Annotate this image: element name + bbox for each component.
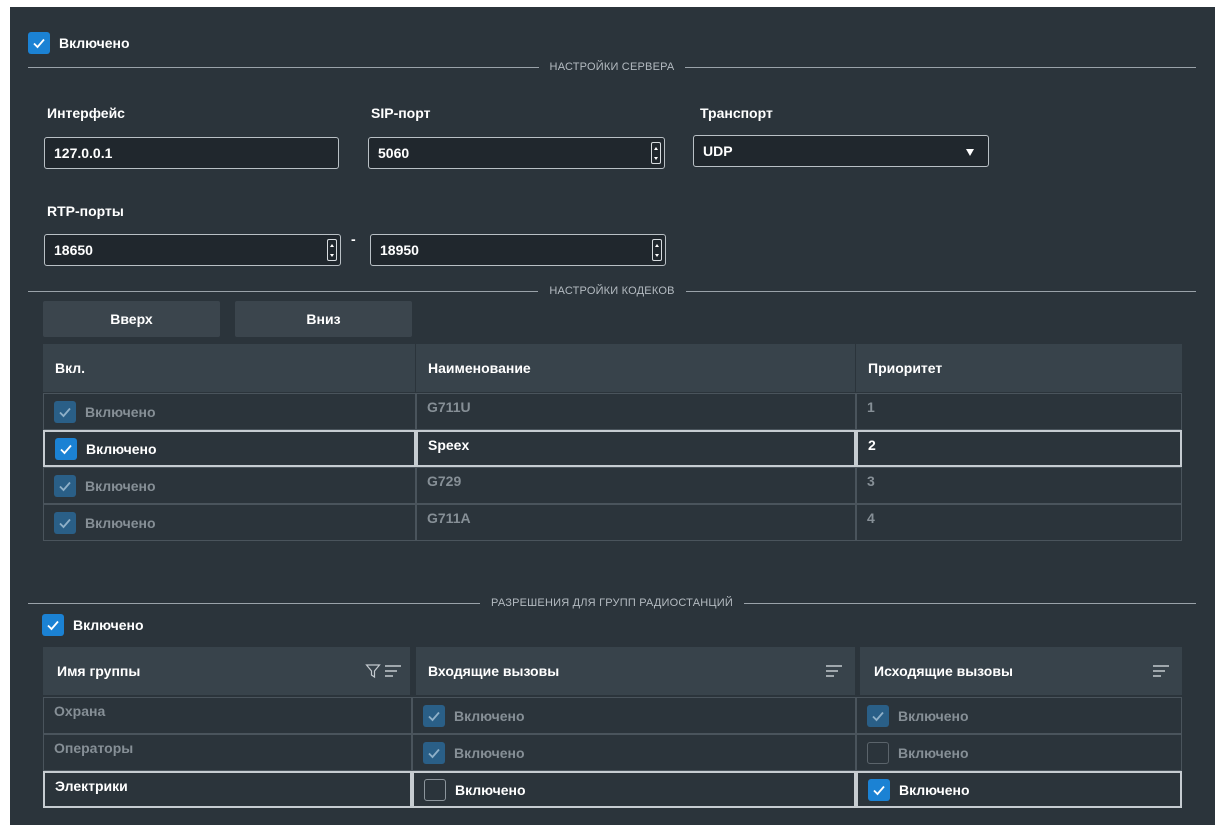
checkmark-icon xyxy=(28,32,50,54)
rtp-from-spinbox[interactable] xyxy=(44,234,341,266)
codec-enabled-checkbox[interactable]: Включено xyxy=(54,511,156,534)
transport-label: Транспорт xyxy=(700,105,773,121)
checkmark-icon xyxy=(54,474,76,497)
codec-priority-cell: 1 xyxy=(856,393,1182,430)
radio-groups-divider: РАЗРЕШЕНИЯ ДЛЯ ГРУПП РАДИОСТАНЦИЙ xyxy=(28,596,1196,610)
sip-port-label: SIP-порт xyxy=(371,105,431,121)
rtp-ports-label: RTP-порты xyxy=(47,203,124,219)
checkmark-icon xyxy=(423,741,445,764)
codec-priority-cell: 3 xyxy=(856,467,1182,504)
group-name-cell[interactable]: Охрана xyxy=(43,697,412,734)
server-enabled-label: Включено xyxy=(59,35,130,51)
radio-groups-title: РАЗРЕШЕНИЯ ДЛЯ ГРУПП РАДИОСТАНЦИЙ xyxy=(491,597,733,609)
checkmark-icon xyxy=(423,704,445,727)
checkmark-icon xyxy=(54,400,76,423)
sort-lines-icon[interactable] xyxy=(825,663,843,679)
spin-arrows-icon[interactable] xyxy=(327,239,337,261)
server-enabled-checkbox[interactable]: Включено xyxy=(28,32,130,54)
group-outgoing-cell[interactable]: Включено xyxy=(856,734,1182,771)
codec-enabled-checkbox[interactable]: Включено xyxy=(54,474,156,497)
codec-name-cell: G711U xyxy=(416,393,856,430)
codec-settings-divider: НАСТРОЙКИ КОДЕКОВ xyxy=(28,284,1197,298)
empty-checkbox-icon xyxy=(867,741,889,764)
group-incoming-cell-selected[interactable]: Включено xyxy=(412,771,856,808)
outgoing-checkbox[interactable]: Включено xyxy=(867,704,969,727)
group-col-incoming-header[interactable]: Входящие вызовы xyxy=(416,647,855,695)
sip-settings-panel: Включено НАСТРОЙКИ СЕРВЕРА Интерфейс SIP… xyxy=(10,7,1215,825)
checkmark-icon xyxy=(868,778,890,801)
transport-value: UDP xyxy=(703,143,733,159)
sort-lines-icon[interactable] xyxy=(384,663,402,679)
codec-col-priority-header[interactable]: Приоритет xyxy=(856,344,1182,392)
checkmark-icon xyxy=(55,437,77,460)
group-col-outgoing-header[interactable]: Исходящие вызовы xyxy=(860,647,1182,695)
table-row-selected[interactable]: Включено xyxy=(43,430,416,467)
codec-name-cell: G729 xyxy=(416,467,856,504)
group-outgoing-cell-selected[interactable]: Включено xyxy=(856,771,1182,808)
group-name-cell-selected[interactable]: Электрики xyxy=(43,771,412,808)
codec-priority-cell: 4 xyxy=(856,504,1182,541)
checkmark-icon xyxy=(867,704,889,727)
group-name-cell[interactable]: Операторы xyxy=(43,734,412,771)
rtp-from-input[interactable] xyxy=(45,235,316,265)
rtp-to-input[interactable] xyxy=(371,235,641,265)
codec-priority-cell: 2 xyxy=(856,430,1182,467)
groups-enabled-label: Включено xyxy=(73,617,144,633)
server-settings-divider: НАСТРОЙКИ СЕРВЕРА xyxy=(28,60,1196,74)
group-outgoing-cell[interactable]: Включено xyxy=(856,697,1182,734)
codec-name-cell: G711A xyxy=(416,504,856,541)
server-settings-title: НАСТРОЙКИ СЕРВЕРА xyxy=(549,61,675,73)
group-incoming-cell[interactable]: Включено xyxy=(412,734,856,771)
empty-checkbox-icon xyxy=(424,778,446,801)
spin-arrows-icon[interactable] xyxy=(652,239,662,261)
table-row[interactable]: Включено xyxy=(43,467,416,504)
codec-col-name-header[interactable]: Наименование xyxy=(416,344,855,392)
incoming-checkbox[interactable]: Включено xyxy=(424,778,526,801)
codec-col-enabled-header[interactable]: Вкл. xyxy=(43,344,415,392)
rtp-to-spinbox[interactable] xyxy=(370,234,666,266)
spin-arrows-icon[interactable] xyxy=(651,142,661,164)
outgoing-checkbox[interactable]: Включено xyxy=(867,741,969,764)
sip-port-input[interactable] xyxy=(369,138,640,168)
codec-settings-title: НАСТРОЙКИ КОДЕКОВ xyxy=(549,285,675,297)
group-incoming-cell[interactable]: Включено xyxy=(412,697,856,734)
groups-enabled-checkbox[interactable]: Включено xyxy=(42,614,144,636)
interface-label: Интерфейс xyxy=(47,105,125,121)
codec-enabled-checkbox[interactable]: Включено xyxy=(55,437,157,460)
transport-select[interactable]: UDP xyxy=(693,135,989,167)
checkmark-icon xyxy=(42,614,64,636)
checkmark-icon xyxy=(54,511,76,534)
incoming-checkbox[interactable]: Включено xyxy=(423,741,525,764)
filter-icon[interactable] xyxy=(365,663,381,679)
move-down-button[interactable]: Вниз xyxy=(235,301,412,337)
incoming-checkbox[interactable]: Включено xyxy=(423,704,525,727)
group-col-name-header[interactable]: Имя группы xyxy=(43,647,410,695)
sort-lines-icon[interactable] xyxy=(1152,663,1170,679)
codec-name-cell: Speex xyxy=(416,430,856,467)
codec-enabled-checkbox[interactable]: Включено xyxy=(54,400,156,423)
dropdown-arrow-icon xyxy=(966,149,974,156)
table-row[interactable]: Включено xyxy=(43,393,416,430)
interface-input[interactable] xyxy=(44,137,339,169)
outgoing-checkbox[interactable]: Включено xyxy=(868,778,970,801)
table-row[interactable]: Включено xyxy=(43,504,416,541)
rtp-range-dash: - xyxy=(351,231,356,247)
move-up-button[interactable]: Вверх xyxy=(43,301,220,337)
sip-port-spinbox[interactable] xyxy=(368,137,665,169)
